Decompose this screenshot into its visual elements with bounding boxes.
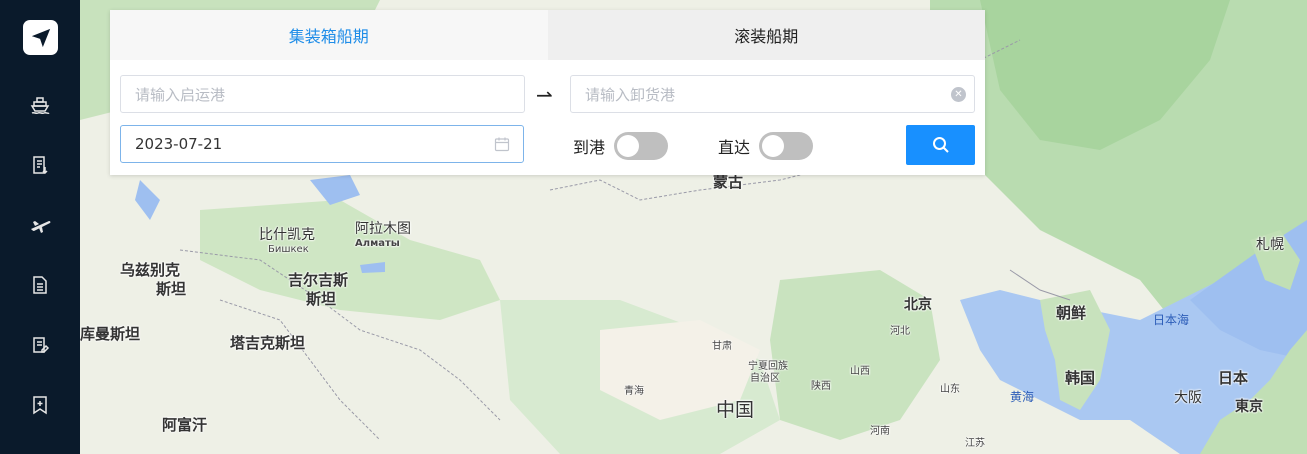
ship-icon: [30, 97, 50, 115]
sidebar: [0, 0, 80, 454]
airplane-icon: [31, 221, 51, 233]
map-label-bishkek-ru: Бишкек: [268, 244, 309, 255]
destination-port-placeholder: 请输入卸货港: [585, 85, 676, 104]
map-label-almaty: 阿拉木图: [355, 221, 411, 237]
search-button[interactable]: [906, 125, 975, 165]
map-label-yellow-sea: 黄海: [1010, 390, 1035, 404]
map-label-ningxia: 宁夏回族: [748, 361, 788, 372]
map-label-south-korea: 韩国: [1065, 369, 1096, 387]
map-label-shaanxi: 陕西: [811, 381, 831, 392]
list-edit-icon: [33, 337, 50, 353]
map-label-kyrgyzstan: 吉尔吉斯: [288, 271, 349, 289]
sidebar-item-ship[interactable]: [25, 90, 55, 120]
map-label-jiangsu: 江苏: [965, 438, 985, 449]
map-label-shandong: 山东: [940, 384, 960, 395]
direct-label: 直达: [718, 138, 751, 157]
map-label-turkmenistan: 库曼斯坦: [80, 325, 141, 343]
map-label-japan: 日本: [1218, 369, 1249, 387]
map-label-tokyo: 東京: [1235, 399, 1263, 415]
map-label-kyrgyzstan-2: 斯坦: [306, 290, 337, 308]
navigation-arrow-icon: [31, 28, 50, 47]
tab-roro-schedule[interactable]: 滚装船期: [547, 10, 985, 60]
map-label-afghanistan: 阿富汗: [162, 416, 208, 434]
destination-port-input[interactable]: 请输入卸货港 ✕: [570, 75, 975, 113]
sidebar-item-list[interactable]: [25, 330, 55, 360]
map-label-shanxi: 山西: [850, 366, 870, 377]
app-logo[interactable]: [23, 20, 58, 55]
map-label-ningxia-2: 自治区: [750, 373, 780, 384]
sidebar-item-flight[interactable]: [25, 210, 55, 240]
map-label-beijing: 北京: [904, 297, 932, 313]
map-label-mongolia: 蒙古: [713, 173, 744, 191]
to-port-label: 到港: [573, 138, 606, 157]
toggle-knob: [617, 135, 639, 157]
direct-toggle[interactable]: [759, 132, 813, 160]
schedule-search-panel: 集装箱船期 滚装船期 请输入启运港 ⇀ 请输入卸货港 ✕ 2023-07-21 …: [110, 10, 985, 175]
map-label-hebei: 河北: [890, 326, 910, 337]
map-label-almaty-ru: Алматы: [355, 238, 400, 249]
date-value: 2023-07-21: [135, 135, 223, 153]
map-label-sea-of-japan: 日本海: [1153, 313, 1190, 327]
sidebar-item-document[interactable]: [25, 270, 55, 300]
map-label-north-korea: 朝鲜: [1056, 304, 1087, 322]
map-label-osaka: 大阪: [1174, 390, 1202, 406]
map-label-henan: 河南: [870, 426, 890, 437]
tab-container-schedule[interactable]: 集装箱船期: [110, 10, 548, 60]
document-download-icon: [33, 156, 48, 175]
map-label-bishkek: 比什凯克: [259, 227, 315, 243]
map-label-tajikistan: 塔吉克斯坦: [230, 334, 306, 352]
toggle-knob: [762, 135, 784, 157]
clear-icon[interactable]: ✕: [951, 87, 966, 102]
origin-port-placeholder: 请输入启运港: [135, 85, 226, 104]
schedule-tabs: 集装箱船期 滚装船期: [110, 10, 985, 60]
bookmark-icon: [33, 396, 47, 415]
to-port-toggle[interactable]: [614, 132, 668, 160]
route-arrow: ⇀: [536, 83, 553, 107]
sidebar-item-bookmark[interactable]: [25, 390, 55, 420]
date-picker-input[interactable]: 2023-07-21: [120, 125, 524, 163]
map-label-uzbekistan: 乌兹别克: [120, 261, 181, 279]
calendar-icon[interactable]: [494, 136, 510, 152]
map-label-uzbekistan-2: 斯坦: [156, 280, 187, 298]
search-icon: [932, 137, 949, 153]
document-icon: [33, 276, 47, 294]
sidebar-item-download[interactable]: [25, 150, 55, 180]
map-label-gansu: 甘肃: [712, 341, 732, 352]
map-label-china: 中国: [716, 399, 755, 421]
origin-port-input[interactable]: 请输入启运港: [120, 75, 525, 113]
map-label-qinghai: 青海: [624, 386, 644, 397]
map-label-sapporo: 札幌: [1256, 237, 1284, 253]
